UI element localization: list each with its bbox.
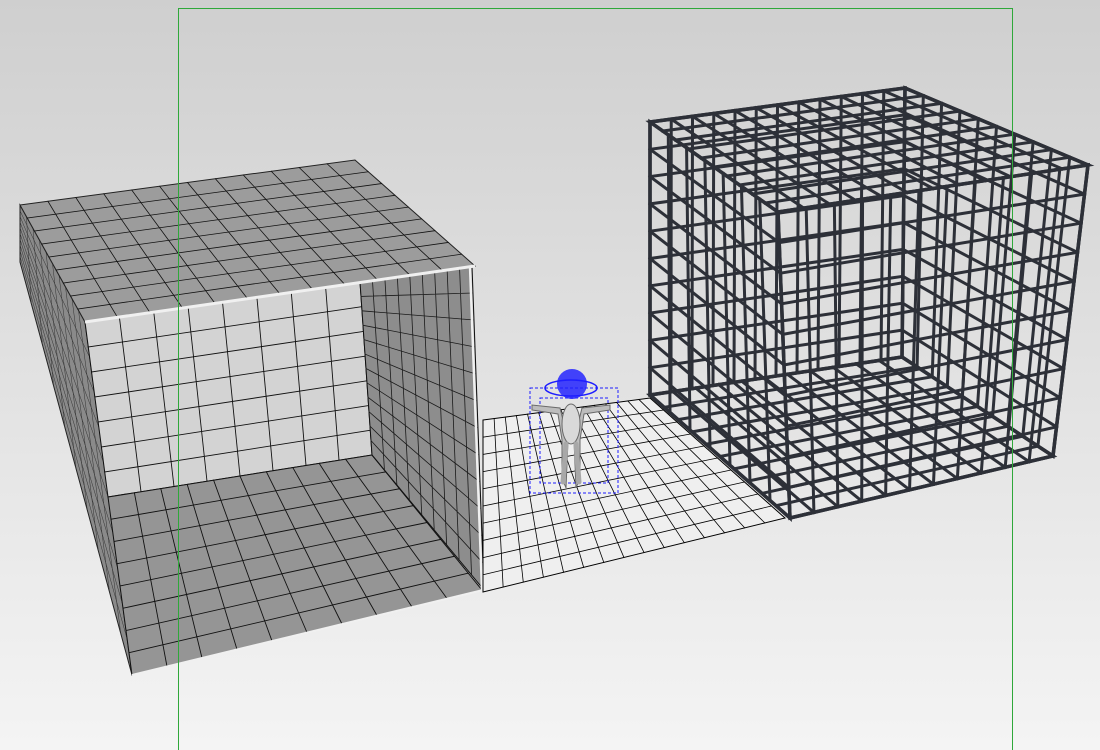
head-selection-sphere[interactable] [557, 369, 587, 399]
character-torso [561, 403, 581, 445]
character-left-leg [560, 441, 569, 485]
character-right-leg [573, 441, 582, 485]
3d-viewport[interactable] [0, 0, 1100, 750]
scene-canvas[interactable] [0, 0, 1100, 750]
